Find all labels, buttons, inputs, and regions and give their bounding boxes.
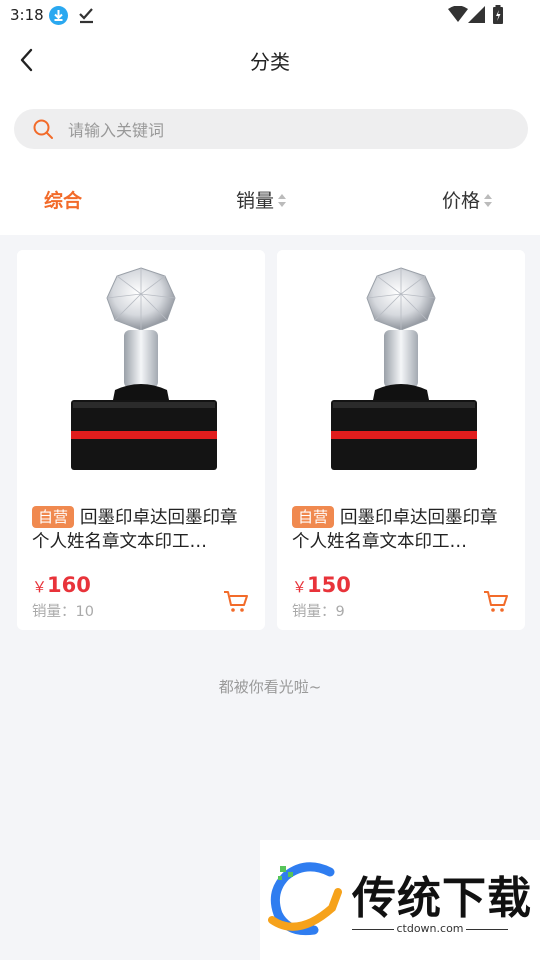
sort-arrows-icon <box>484 193 493 208</box>
tab-comprehensive[interactable]: 综合 <box>44 186 82 213</box>
watermark-title: 传统下载 <box>352 873 532 924</box>
end-of-list-text: 都被你看光啦~ <box>218 678 322 696</box>
cart-icon[interactable] <box>483 590 509 618</box>
battery-icon <box>492 5 504 29</box>
tab-label: 销量 <box>236 190 275 212</box>
price-amount: 150 <box>307 573 351 597</box>
wifi-icon <box>448 5 468 26</box>
tab-label: 综合 <box>44 190 83 212</box>
cart-icon[interactable] <box>223 590 249 618</box>
page-title: 分类 <box>250 50 290 74</box>
tab-price[interactable]: 价格 <box>442 186 493 213</box>
currency-symbol: ￥ <box>292 578 308 596</box>
watermark-logo-icon <box>268 862 344 940</box>
product-sales: 销量：10 <box>32 604 94 620</box>
search-input[interactable] <box>66 109 510 151</box>
search-icon <box>32 118 54 144</box>
search-bar[interactable] <box>14 109 528 151</box>
status-bar: 3:18 <box>0 0 540 32</box>
product-price: ￥160 <box>32 573 91 597</box>
product-card[interactable]: 自营 回墨印卓达回墨印章个人姓名章文本印工… ￥160 销量：10 <box>17 250 265 630</box>
watermark: 传统下载 ctdown.com <box>260 840 540 960</box>
sort-arrows-icon <box>278 193 287 208</box>
product-price: ￥150 <box>292 573 351 597</box>
product-name: 自营 回墨印卓达回墨印章个人姓名章文本印工… <box>32 506 254 554</box>
tab-label: 价格 <box>442 190 481 212</box>
product-name: 自营 回墨印卓达回墨印章个人姓名章文本印工… <box>292 506 514 554</box>
signal-icon <box>468 6 486 27</box>
tab-sales[interactable]: 销量 <box>236 186 287 213</box>
watermark-divider <box>466 929 508 930</box>
download-notification-icon <box>49 6 68 25</box>
product-image <box>277 250 525 490</box>
status-time: 3:18 <box>10 6 44 24</box>
price-amount: 160 <box>47 573 91 597</box>
self-operated-badge: 自营 <box>292 506 335 528</box>
currency-symbol: ￥ <box>32 578 48 596</box>
task-done-icon <box>78 5 96 29</box>
product-image <box>17 250 265 490</box>
product-card[interactable]: 自营 回墨印卓达回墨印章个人姓名章文本印工… ￥150 销量：9 <box>277 250 525 630</box>
product-sales: 销量：9 <box>292 604 345 620</box>
self-operated-badge: 自营 <box>32 506 75 528</box>
